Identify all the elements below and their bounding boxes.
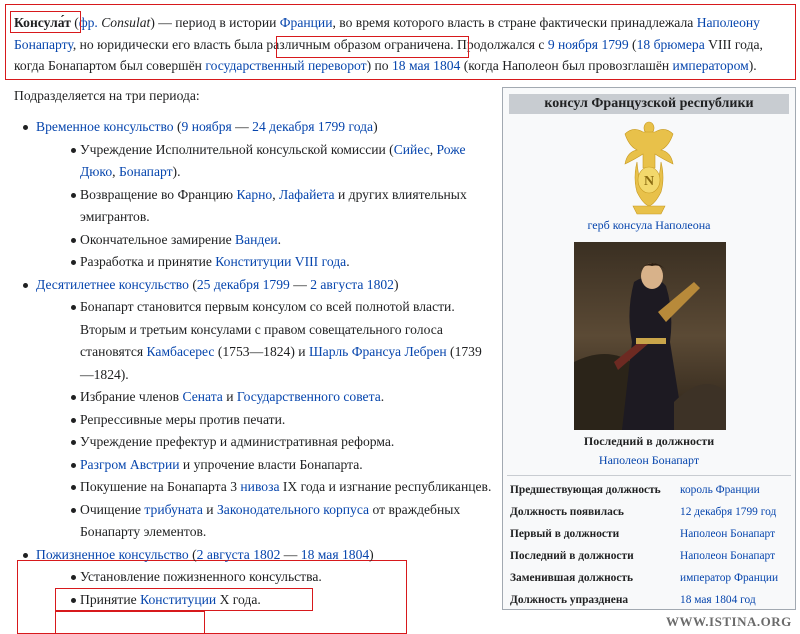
link-sieyes[interactable]: Сийес: [394, 142, 430, 157]
list-item: Окончательное замирение Вандеи.: [36, 229, 494, 252]
row-label: Должность упразднена: [510, 594, 629, 606]
period-provisional: Временное консульство (9 ноября — 24 дек…: [14, 116, 494, 274]
link-nivose[interactable]: нивоза: [240, 479, 279, 494]
infobox-row: Первый в должности Наполеон Бонапарт: [510, 523, 794, 545]
highlight-adopt-box: [55, 611, 205, 634]
intro-paragraph: Консула́т (фр. Consulat) — период в исто…: [14, 15, 763, 74]
list-item: Репрессивные меры против печати.: [36, 409, 494, 432]
napoleon-portrait-image[interactable]: [574, 242, 726, 430]
link-lebrun[interactable]: Шарль Франсуа Лебрен: [309, 344, 447, 359]
coat-letter: N: [644, 174, 654, 189]
link-coup[interactable]: государственный переворот: [205, 58, 366, 73]
period-decennial: Десятилетнее консульство (25 декабря 179…: [14, 274, 494, 544]
row-label: Заменившая должность: [510, 572, 634, 584]
last-in-office-name-link[interactable]: Наполеон Бонапарт: [503, 453, 795, 468]
link-france[interactable]: Франции: [280, 15, 333, 30]
list-item: Учреждение префектур и административная …: [36, 431, 494, 454]
list-item: Бонапарт становится первым консулом со в…: [36, 296, 494, 386]
infobox-row: Должность упразднена 18 мая 1804 год: [510, 589, 794, 611]
link-cambaceres[interactable]: Камбасерес: [147, 344, 215, 359]
infobox-row: Предшествующая должность король Франции: [510, 479, 794, 501]
foreign-term: Consulat: [101, 15, 151, 30]
link-constitution-viii[interactable]: Конституции VIII года: [215, 254, 346, 269]
row-value-link[interactable]: 18 мая 1804 год: [680, 589, 756, 611]
link-25-dec-1799[interactable]: 25 декабря 1799: [197, 277, 290, 292]
list-item: Принятие Конституции X года.: [36, 589, 494, 612]
link-2-aug-1802-b[interactable]: 2 августа 1802: [197, 547, 281, 562]
link-lafayette[interactable]: Лафайета: [279, 187, 335, 202]
row-value-link[interactable]: король Франции: [680, 479, 760, 501]
list-item: Учреждение Исполнительной консульской ко…: [36, 139, 494, 184]
link-18-may-1804-b[interactable]: 18 мая 1804: [301, 547, 369, 562]
link-constitution-x[interactable]: Конституции: [140, 592, 216, 607]
coat-caption-link[interactable]: герб консула Наполеона: [503, 218, 795, 233]
link-decennial-consulate[interactable]: Десятилетнее консульство: [36, 277, 189, 292]
link-24-dec-1799[interactable]: 24 декабря 1799 года: [252, 119, 373, 134]
list-item: Установление пожизненного консульства.: [36, 566, 494, 589]
link-9-nov-1799[interactable]: 9 ноября 1799: [548, 37, 629, 52]
row-value-link[interactable]: 12 декабря 1799 год: [680, 501, 776, 523]
list-item: Возвращение во Францию Карно, Лафайета и…: [36, 184, 494, 229]
row-value-link[interactable]: император Франции: [680, 567, 778, 589]
infobox-rows: Предшествующая должность король Франции Д…: [510, 479, 794, 611]
infobox-divider: [507, 475, 791, 476]
list-item: Избрание членов Сената и Государственног…: [36, 386, 494, 409]
abbr-link[interactable]: фр.: [79, 15, 98, 30]
periods-list: Временное консульство (9 ноября — 24 дек…: [14, 116, 494, 611]
list-item: Разработка и принятие Конституции VIII г…: [36, 251, 494, 274]
row-label: Предшествующая должность: [510, 484, 661, 496]
infobox-row: Последний в должности Наполеон Бонапарт: [510, 545, 794, 567]
row-value-link[interactable]: Наполеон Бонапарт: [680, 545, 775, 567]
infobox-row: Должность появилась 12 декабря 1799 год: [510, 501, 794, 523]
link-lifetime-consulate[interactable]: Пожизненное консульство: [36, 547, 189, 562]
link-senate[interactable]: Сената: [182, 389, 222, 404]
site-watermark: WWW.ISTINA.ORG: [666, 614, 792, 629]
limited-power-text: но юридически его власть была различным …: [79, 36, 451, 52]
infobox-row: Заменившая должность император Франции: [510, 567, 794, 589]
row-label: Первый в должности: [510, 528, 620, 540]
link-bonaparte[interactable]: Бонапарт: [119, 164, 173, 179]
term-title: Консула́т: [14, 15, 71, 30]
infobox-title: консул Французской республики: [509, 94, 789, 114]
imperial-eagle-coat-of-arms-icon[interactable]: N: [619, 118, 679, 218]
link-carnot[interactable]: Карно: [236, 187, 272, 202]
link-defeat-austria[interactable]: Разгром Австрии: [80, 457, 180, 472]
list-item: Разгром Австрии и упрочение власти Бонап…: [36, 454, 494, 477]
link-tribunate[interactable]: трибуната: [144, 502, 202, 517]
list-item: Покушение на Бонапарта 3 нивоза IX года …: [36, 476, 494, 499]
row-value-link[interactable]: Наполеон Бонапарт: [680, 523, 775, 545]
periods-heading: Подразделяется на три периода:: [14, 88, 200, 103]
link-vendee[interactable]: Вандеи: [235, 232, 278, 247]
link-legislative-corps[interactable]: Законодательного корпуса: [217, 502, 369, 517]
last-in-office-label: Последний в должности: [583, 434, 715, 448]
link-18-may-1804[interactable]: 18 мая 1804: [392, 58, 460, 73]
link-9-november[interactable]: 9 ноября: [182, 119, 232, 134]
row-label: Должность появилась: [510, 506, 624, 518]
link-council-of-state[interactable]: Государственного совета: [237, 389, 381, 404]
row-label: Последний в должности: [510, 550, 634, 562]
list-item: Очищение трибуната и Законодательного ко…: [36, 499, 494, 544]
link-provisional-consulate[interactable]: Временное консульство: [36, 119, 174, 134]
link-emperor[interactable]: императором: [673, 58, 749, 73]
link-2-aug-1802[interactable]: 2 августа 1802: [310, 277, 394, 292]
link-18-brumaire[interactable]: 18 брюмера: [637, 37, 705, 52]
period-lifetime: Пожизненное консульство (2 августа 1802 …: [14, 544, 494, 612]
infobox: консул Французской республики N герб кон…: [502, 87, 796, 610]
